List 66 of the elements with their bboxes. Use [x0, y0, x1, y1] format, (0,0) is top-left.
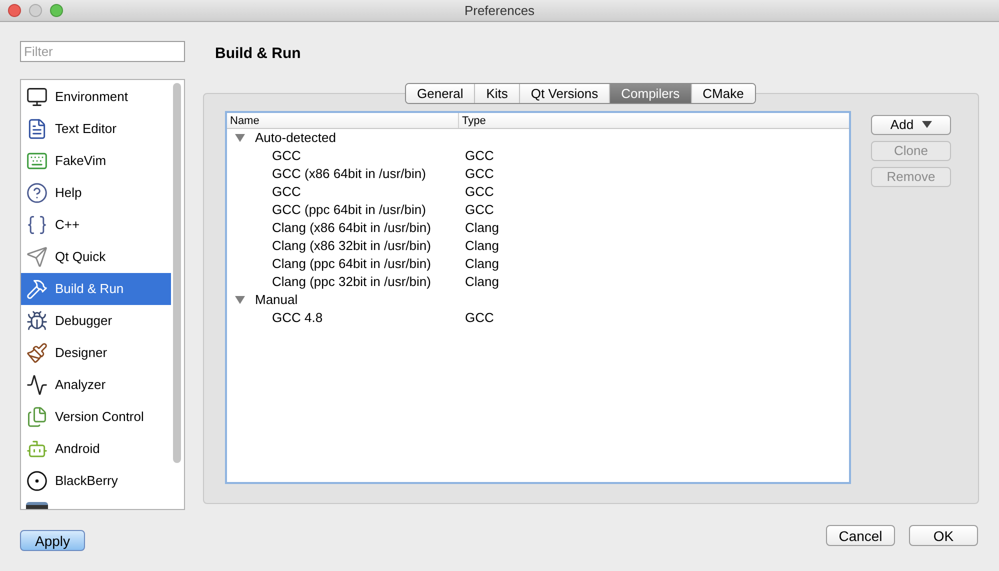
compiler-type: GCC: [465, 182, 494, 201]
round-logo-icon: [26, 470, 48, 492]
files-icon: [26, 406, 48, 428]
robot-icon: [26, 438, 48, 460]
keyboard-icon: [26, 150, 48, 172]
category-item[interactable]: C++: [21, 209, 171, 241]
tree-group-row[interactable]: Auto-detected: [227, 128, 849, 146]
compiler-name: Clang (x86 32bit in /usr/bin): [271, 236, 432, 255]
document-icon: [26, 118, 48, 140]
category-item[interactable]: Android: [21, 433, 171, 465]
pulse-icon: [26, 374, 48, 396]
tree-group-row[interactable]: Manual: [227, 290, 849, 308]
tab[interactable]: CMake: [690, 84, 755, 102]
category-item[interactable]: Text Editor: [21, 113, 171, 145]
brush-icon: [26, 342, 48, 364]
compiler-name: GCC (x86 64bit in /usr/bin): [271, 164, 427, 183]
disclosure-triangle-icon[interactable]: [235, 134, 245, 142]
dropdown-arrow-icon: [922, 121, 932, 128]
tab[interactable]: General: [406, 84, 474, 102]
bug-icon: [26, 310, 48, 332]
compiler-type: GCC: [465, 308, 494, 327]
hammer-icon: [26, 278, 48, 300]
compiler-type: Clang: [465, 254, 499, 273]
compiler-type: GCC: [465, 146, 494, 165]
disclosure-triangle-icon[interactable]: [235, 296, 245, 304]
category-item[interactable]: BlackBerry: [21, 465, 171, 497]
filter-field[interactable]: Filter: [20, 41, 185, 62]
tab[interactable]: Qt Versions: [518, 84, 610, 102]
help-icon: [26, 182, 48, 204]
scrollbar[interactable]: [173, 83, 181, 463]
compiler-type: GCC: [465, 200, 494, 219]
category-item[interactable]: Help: [21, 177, 171, 209]
dialog-button[interactable]: Cancel: [826, 524, 895, 546]
compiler-name: GCC: [271, 182, 302, 201]
compiler-type: Clang: [465, 236, 499, 255]
category-item[interactable]: FakeVim: [21, 145, 171, 177]
compiler-name: Clang (x86 64bit in /usr/bin): [271, 218, 432, 237]
tab[interactable]: Compilers: [609, 84, 691, 102]
column-header[interactable]: Type: [459, 112, 486, 128]
window-title: Preferences: [464, 2, 535, 20]
category-item[interactable]: Analyzer: [21, 369, 171, 401]
column-header[interactable]: Name: [227, 112, 459, 128]
apply-button[interactable]: Apply: [20, 530, 85, 551]
category-item[interactable]: Debugger: [21, 305, 171, 337]
add-menu-button[interactable]: Add: [871, 114, 951, 134]
paper-plane-icon: [26, 246, 48, 268]
close-icon[interactable]: [8, 4, 21, 17]
monitor-icon: [26, 86, 48, 108]
compiler-name: GCC (ppc 64bit in /usr/bin): [271, 200, 427, 219]
compiler-name: Clang (ppc 64bit in /usr/bin): [271, 254, 432, 273]
compiler-name: Clang (ppc 32bit in /usr/bin): [271, 272, 432, 291]
category-item[interactable]: Build & Run: [21, 273, 171, 305]
compiler-type: Clang: [465, 272, 499, 291]
category-item[interactable]: Designer: [21, 337, 171, 369]
compiler-type: GCC: [465, 164, 494, 183]
category-item[interactable]: Version Control: [21, 401, 171, 433]
braces-icon: [26, 214, 48, 236]
zoom-icon[interactable]: [50, 4, 63, 17]
compiler-type: Clang: [465, 218, 499, 237]
compiler-name: GCC 4.8: [271, 308, 324, 327]
dialog-button[interactable]: OK: [909, 524, 978, 546]
category-item[interactable]: Qt Quick: [21, 241, 171, 273]
tab[interactable]: Kits: [474, 84, 519, 102]
page-title: Build & Run: [215, 44, 302, 64]
compiler-name: GCC: [271, 146, 302, 165]
category-item[interactable]: Environment: [21, 81, 171, 113]
